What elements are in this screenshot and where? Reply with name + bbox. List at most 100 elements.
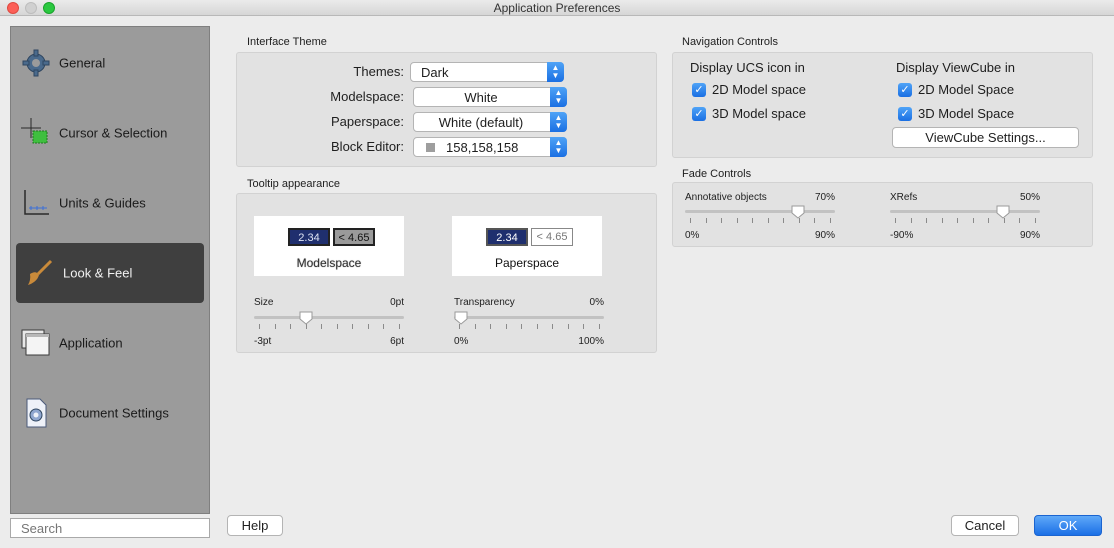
slider-tick (383, 324, 385, 329)
xrefs-max: 90% (1019, 230, 1040, 241)
tooltip-value-a: 2.34 (485, 227, 529, 247)
viewcube-3d-checkbox[interactable]: ✓ 3D Model Space (898, 106, 1014, 121)
slider-tick (736, 218, 738, 223)
slider-tick (752, 218, 754, 223)
sidebar-item-document-settings[interactable]: Document Settings (11, 384, 209, 442)
slider-tick (1019, 218, 1021, 223)
fade-panel: Annotative objects 70% 0% 90% XRefs 50% … (672, 182, 1093, 247)
ok-button[interactable]: OK (1034, 515, 1102, 536)
sidebar-item-units-guides[interactable]: Units & Guides (11, 174, 209, 232)
slider-tick (536, 324, 538, 329)
viewcube-title: Display ViewCube in (896, 60, 1015, 75)
slider-tick (521, 324, 523, 329)
slider-tick (552, 324, 554, 329)
ruler-icon (21, 188, 51, 218)
slider-thumb[interactable] (996, 205, 1010, 219)
slider-tick (583, 324, 585, 329)
color-swatch (426, 143, 435, 152)
crosshair-icon (21, 118, 51, 148)
chevron-updown-icon: ▲ ▼ (547, 62, 564, 82)
checkmark-icon: ✓ (898, 106, 912, 121)
themes-value: Dark (421, 65, 449, 80)
windows-icon (21, 328, 51, 358)
slider-tick (599, 324, 600, 329)
chevron-updown-icon: ▲ ▼ (550, 87, 567, 107)
ucs-2d-label: 2D Model space (712, 82, 806, 97)
zoom-window-button[interactable] (43, 2, 55, 14)
chevron-updown-icon: ▲ ▼ (550, 112, 567, 132)
ucs-3d-checkbox[interactable]: ✓ 3D Model space (692, 106, 806, 121)
minimize-window-button[interactable] (25, 2, 37, 14)
slider-thumb[interactable] (791, 205, 805, 219)
slider-track[interactable] (254, 316, 404, 319)
sidebar-item-label: Look & Feel (63, 265, 133, 281)
size-label: Size (254, 297, 274, 308)
close-window-button[interactable] (7, 2, 19, 14)
sidebar-item-label: Units & Guides (59, 195, 146, 211)
block-editor-label: Block Editor: (331, 139, 404, 154)
annotative-label: Annotative objects (685, 192, 767, 203)
paperspace-tooltip-preview: 2.34 < 4.65 Paperspace (452, 216, 602, 276)
slider-track[interactable] (890, 210, 1040, 213)
sidebar-item-cursor-selection[interactable]: Cursor & Selection (11, 104, 209, 162)
slider-thumb[interactable] (299, 311, 313, 325)
xrefs-value: 50% (1019, 192, 1040, 203)
paperspace-label: Paperspace: (331, 114, 404, 129)
slider-tick (1035, 218, 1036, 223)
sidebar-item-application[interactable]: Application (11, 314, 209, 372)
slider-tick (910, 218, 912, 223)
viewcube-2d-label: 2D Model Space (918, 82, 1015, 97)
paintbrush-icon (24, 258, 54, 288)
slider-tick (941, 218, 943, 223)
themes-select[interactable]: Dark ▲ ▼ (410, 62, 564, 82)
paperspace-value: White (default) (438, 115, 524, 130)
gear-icon (21, 48, 51, 78)
slider-tick (505, 324, 507, 329)
sidebar-item-label: Application (59, 335, 123, 351)
ucs-icon-title: Display UCS icon in (690, 60, 805, 75)
tooltip-value-b: < 4.65 (531, 228, 573, 246)
slider-tick (567, 324, 569, 329)
slider-tick (274, 324, 276, 329)
navigation-controls-title: Navigation Controls (682, 36, 778, 48)
tooltip-value-a: 2.34 (288, 228, 330, 246)
block-editor-value: 158,158,158 (446, 140, 519, 155)
sidebar-item-general[interactable]: General (11, 34, 209, 92)
slider-track[interactable] (685, 210, 835, 213)
tooltip-value-b: < 4.65 (333, 228, 375, 246)
modelspace-value: White (464, 90, 498, 105)
modelspace-select[interactable]: White ▲ ▼ (413, 87, 567, 107)
xrefs-min: -90% (890, 230, 914, 241)
paperspace-select[interactable]: White (default) ▲ ▼ (413, 112, 567, 132)
slider-tick (321, 324, 323, 329)
slider-tick (367, 324, 369, 329)
sidebar-item-look-feel[interactable]: Look & Feel (16, 243, 204, 303)
slider-tick (690, 218, 691, 223)
slider-tick (290, 324, 292, 329)
interface-theme-title: Interface Theme (247, 36, 327, 48)
cancel-button[interactable]: Cancel (951, 515, 1019, 536)
slider-tick (259, 324, 260, 329)
paperspace-caption: Paperspace (494, 256, 560, 270)
slider-tick (972, 218, 974, 223)
slider-track[interactable] (454, 316, 604, 319)
interface-theme-panel: Themes: Dark ▲ ▼ Modelspace: White ▲ ▼ Pap… (236, 52, 657, 167)
slider-tick (957, 218, 959, 223)
slider-tick (830, 218, 831, 223)
annotative-max: 90% (814, 230, 835, 241)
viewcube-settings-button[interactable]: ViewCube Settings... (892, 127, 1079, 148)
slider-thumb[interactable] (454, 311, 468, 325)
search-input[interactable] (10, 518, 210, 538)
viewcube-2d-checkbox[interactable]: ✓ 2D Model Space (898, 82, 1014, 97)
annotative-min: 0% (685, 230, 700, 241)
sidebar-item-label: Cursor & Selection (59, 125, 168, 141)
help-button[interactable]: Help (227, 515, 283, 536)
block-editor-select[interactable]: 158,158,158 ▲ ▼ (413, 137, 567, 157)
size-value: 0pt (390, 297, 404, 308)
slider-tick (814, 218, 816, 223)
slider-tick (926, 218, 928, 223)
size-min: -3pt (254, 336, 272, 347)
slider-tick (767, 218, 769, 223)
annotative-value: 70% (814, 192, 835, 203)
ucs-2d-checkbox[interactable]: ✓ 2D Model space (692, 82, 806, 97)
